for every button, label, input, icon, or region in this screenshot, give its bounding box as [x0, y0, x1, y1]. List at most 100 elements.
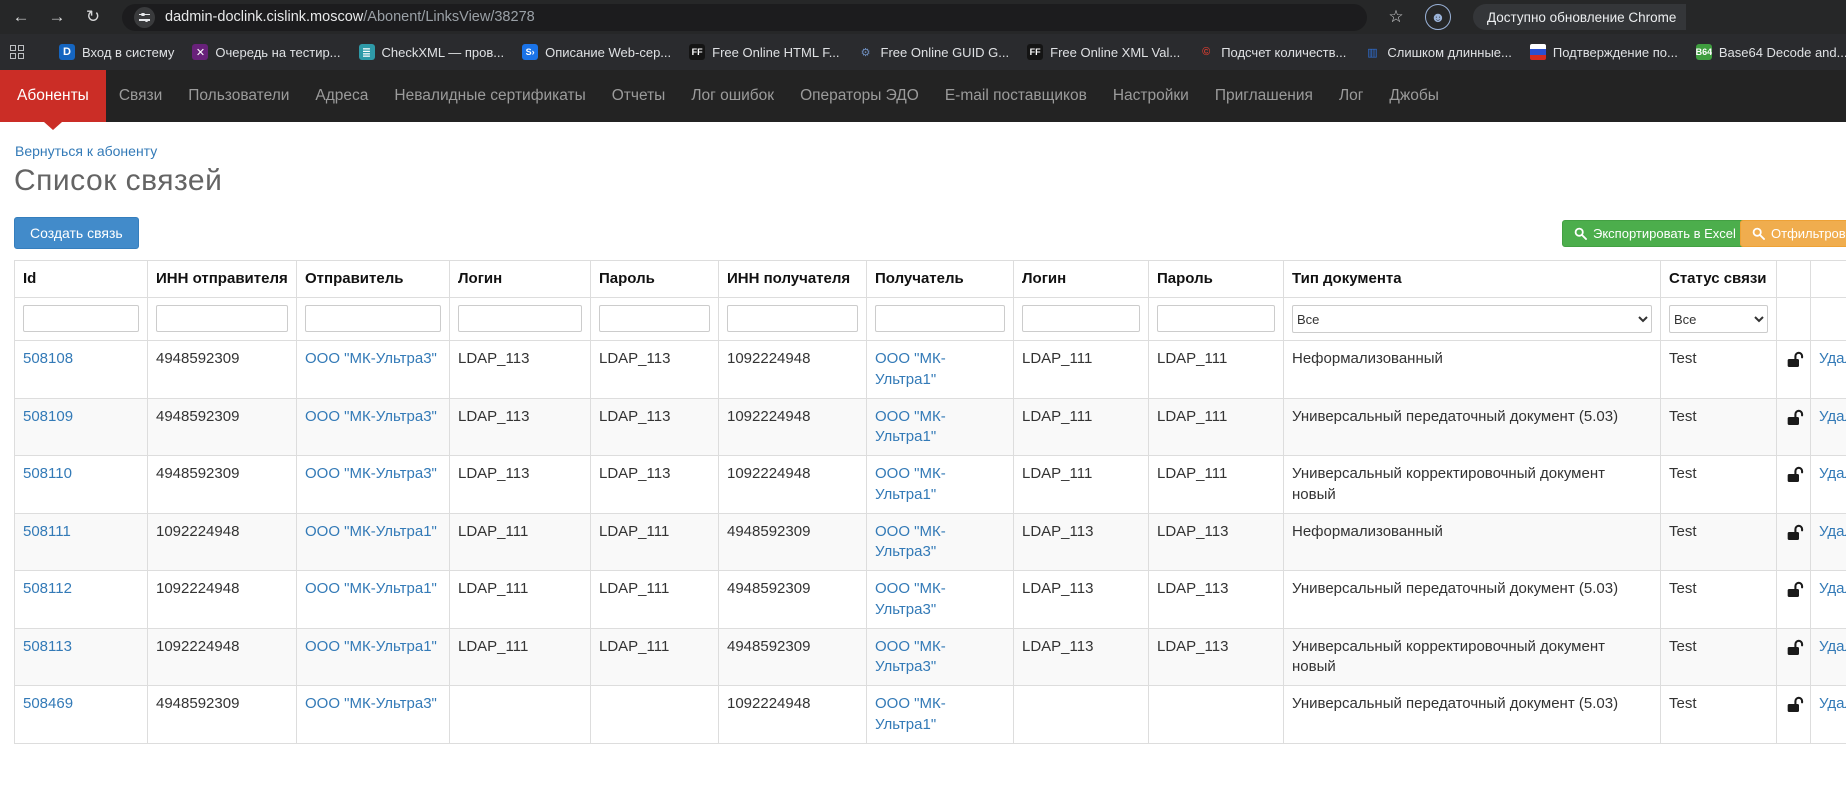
receiver-link[interactable]: ООО "МК-Ультра1" — [875, 408, 946, 445]
back-to-abonent-link[interactable]: Вернуться к абоненту — [15, 143, 157, 159]
back-icon[interactable]: ← — [6, 3, 36, 31]
row-id-link[interactable]: 508112 — [23, 580, 72, 597]
sender-link[interactable]: ООО "МК-Ультра3" — [305, 408, 437, 425]
unlock-icon[interactable] — [1785, 408, 1805, 429]
delete-link[interactable]: Удалить — [1819, 638, 1846, 655]
table-cell: Удалить — [1811, 513, 1846, 571]
nav-item-лог-ошибок[interactable]: Лог ошибок — [678, 70, 787, 122]
column-header: Пароль — [1149, 261, 1284, 298]
unlock-icon[interactable] — [1785, 350, 1805, 371]
export-excel-button[interactable]: Экспортировать в Excel — [1562, 220, 1748, 247]
receiver-link[interactable]: ООО "МК-Ультра1" — [875, 695, 946, 732]
nav-item-пользователи[interactable]: Пользователи — [175, 70, 302, 122]
apps-grid-icon[interactable] — [10, 45, 24, 59]
table-row: 5081131092224948ООО "МК-Ультра1"LDAP_111… — [15, 628, 1846, 686]
bookmark-item[interactable]: DВход в систему — [59, 44, 174, 60]
chrome-update-chip[interactable]: Доступно обновление Chrome — [1473, 4, 1686, 30]
bookmark-item[interactable]: ▥Слишком длинные... — [1364, 44, 1511, 60]
row-id-link[interactable]: 508111 — [23, 523, 71, 540]
nav-item-e-mail-поставщиков[interactable]: E-mail поставщиков — [932, 70, 1100, 122]
receiver-link[interactable]: ООО "МК-Ультра1" — [875, 350, 946, 387]
filter-input[interactable] — [875, 305, 1005, 332]
bookmark-item[interactable]: ≣CheckXML — пров... — [359, 44, 505, 60]
sender-link[interactable]: ООО "МК-Ультра3" — [305, 695, 437, 712]
bookmark-item[interactable]: ©Подсчет количеств... — [1198, 44, 1346, 60]
row-id-link[interactable]: 508113 — [23, 638, 72, 655]
bookmark-item[interactable]: FFFree Online HTML F... — [689, 44, 839, 60]
actions-row: Создать связь Экспортировать в Excel Отф… — [0, 217, 1846, 253]
bookmark-item[interactable]: FFFree Online XML Val... — [1027, 44, 1180, 60]
row-id-link[interactable]: 508469 — [23, 695, 73, 712]
nav-item-приглашения[interactable]: Приглашения — [1202, 70, 1326, 122]
sender-link[interactable]: ООО "МК-Ультра3" — [305, 465, 437, 482]
filter-button[interactable]: Отфильтровать — [1740, 220, 1846, 247]
bookmark-item[interactable]: Подтверждение по... — [1530, 44, 1678, 60]
filter-input[interactable] — [156, 305, 288, 332]
url-bar[interactable]: dadmin-doclink.cislink.moscow/Abonent/Li… — [122, 4, 1367, 31]
sender-link[interactable]: ООО "МК-Ультра1" — [305, 580, 437, 597]
sender-login-cell: LDAP_113 — [450, 456, 591, 514]
site-settings-icon[interactable] — [134, 7, 155, 28]
reload-icon[interactable]: ↻ — [78, 3, 108, 31]
nav-item-адреса[interactable]: Адреса — [302, 70, 381, 122]
doc-type-cell: Универсальный корректировочный документ … — [1284, 456, 1661, 514]
filter-input[interactable] — [1157, 305, 1275, 332]
profile-icon[interactable]: ☻ — [1425, 4, 1451, 30]
receiver-link[interactable]: ООО "МК-Ультра3" — [875, 523, 946, 560]
doc-type-filter-select[interactable]: Все — [1292, 305, 1652, 333]
unlock-icon[interactable] — [1785, 695, 1805, 716]
doc-type-cell: Универсальный корректировочный документ … — [1284, 628, 1661, 686]
filter-input[interactable] — [305, 305, 441, 332]
receiver-login-cell: LDAP_111 — [1014, 398, 1149, 456]
delete-link[interactable]: Удалить — [1819, 408, 1846, 425]
receiver-link[interactable]: ООО "МК-Ультра3" — [875, 638, 946, 675]
filter-input[interactable] — [1022, 305, 1140, 332]
filter-input[interactable] — [599, 305, 710, 332]
forward-icon[interactable]: → — [42, 3, 72, 31]
bookmark-favicon — [1530, 44, 1546, 60]
filter-input[interactable] — [458, 305, 582, 332]
bookmark-label: Base64 Decode and... — [1719, 45, 1846, 60]
sender-link[interactable]: ООО "МК-Ультра3" — [305, 350, 437, 367]
row-id-link[interactable]: 508110 — [23, 465, 72, 482]
receiver-link[interactable]: ООО "МК-Ультра3" — [875, 580, 946, 617]
bookmark-item[interactable]: S›Описание Web-сер... — [522, 44, 671, 60]
bookmark-item[interactable]: ⚙Free Online GUID G... — [858, 44, 1010, 60]
row-id-link[interactable]: 508109 — [23, 408, 73, 425]
unlock-icon[interactable] — [1785, 523, 1805, 544]
bookmark-star-icon[interactable]: ☆ — [1381, 7, 1411, 27]
delete-link[interactable]: Удалить — [1819, 695, 1846, 712]
sender-link[interactable]: ООО "МК-Ультра1" — [305, 523, 437, 540]
delete-link[interactable]: Удалить — [1819, 580, 1846, 597]
status-filter-select[interactable]: Все — [1669, 305, 1768, 333]
create-link-button[interactable]: Создать связь — [14, 217, 139, 249]
delete-link[interactable]: Удалить — [1819, 523, 1846, 540]
bookmark-favicon: S› — [522, 44, 538, 60]
search-icon — [1752, 227, 1765, 240]
bookmark-item[interactable]: B64Base64 Decode and... — [1696, 44, 1846, 60]
row-id-link[interactable]: 508108 — [23, 350, 73, 367]
delete-link[interactable]: Удалить — [1819, 350, 1846, 367]
sender-link[interactable]: ООО "МК-Ультра1" — [305, 638, 437, 655]
status-cell: Test — [1661, 571, 1777, 629]
unlock-icon[interactable] — [1785, 638, 1805, 659]
unlock-icon[interactable] — [1785, 580, 1805, 601]
filter-input[interactable] — [727, 305, 858, 332]
nav-item-настройки[interactable]: Настройки — [1100, 70, 1202, 122]
tune-icon — [139, 13, 150, 22]
nav-item-абоненты[interactable]: Абоненты — [0, 70, 106, 122]
nav-item-операторы-эдо[interactable]: Операторы ЭДО — [787, 70, 932, 122]
nav-item-лог[interactable]: Лог — [1326, 70, 1376, 122]
nav-item-отчеты[interactable]: Отчеты — [599, 70, 679, 122]
nav-item-джобы[interactable]: Джобы — [1376, 70, 1452, 122]
receiver-link[interactable]: ООО "МК-Ультра1" — [875, 465, 946, 502]
bookmark-favicon: ✕ — [192, 44, 208, 60]
filter-input[interactable] — [23, 305, 139, 332]
table-cell: ООО "МК-Ультра3" — [867, 571, 1014, 629]
delete-link[interactable]: Удалить — [1819, 465, 1846, 482]
bookmark-favicon: FF — [1027, 44, 1043, 60]
nav-item-связи[interactable]: Связи — [106, 70, 175, 122]
nav-item-невалидные-сертификаты[interactable]: Невалидные сертификаты — [381, 70, 598, 122]
bookmark-item[interactable]: ✕Очередь на тестир... — [192, 44, 340, 60]
unlock-icon[interactable] — [1785, 465, 1805, 486]
